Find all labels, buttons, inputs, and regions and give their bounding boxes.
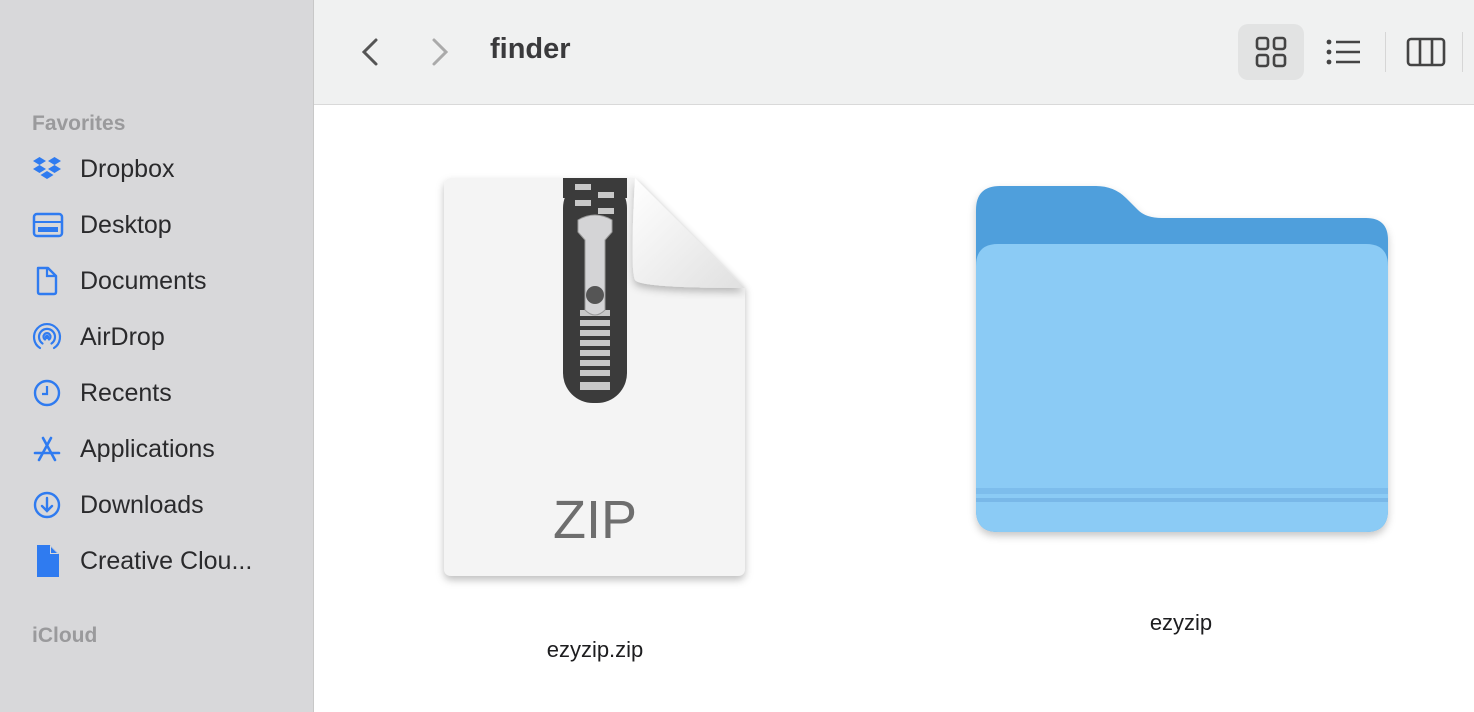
clock-icon xyxy=(32,378,68,408)
file-icon xyxy=(32,545,68,577)
columns-icon xyxy=(1406,37,1446,67)
zip-file-icon: ZIP xyxy=(444,178,745,576)
column-view-button[interactable] xyxy=(1398,24,1454,80)
list-view-button[interactable] xyxy=(1316,24,1372,80)
favorites-section-label: Favorites xyxy=(32,112,126,135)
sidebar-item-label: Recents xyxy=(80,378,172,407)
airdrop-icon xyxy=(32,322,68,352)
zip-badge: ZIP xyxy=(553,490,637,550)
sidebar-item-creative-cloud[interactable]: Creative Clou... xyxy=(32,539,302,583)
back-button[interactable] xyxy=(352,30,388,74)
window-title: finder xyxy=(490,33,571,65)
icon-view-button[interactable] xyxy=(1238,24,1304,80)
sidebar-item-dropbox[interactable]: Dropbox xyxy=(32,147,302,191)
desktop-icon xyxy=(32,210,68,240)
file-name: ezyzip.zip xyxy=(546,637,644,662)
sidebar-item-applications[interactable]: Applications xyxy=(32,427,302,471)
sidebar-item-label: Dropbox xyxy=(80,154,175,183)
dropbox-icon xyxy=(32,154,68,184)
sidebar-item-label: Creative Clou... xyxy=(80,546,253,575)
icloud-section-label: iCloud xyxy=(32,624,98,647)
sidebar-item-desktop[interactable]: Desktop xyxy=(32,203,302,247)
toolbar: finder xyxy=(314,0,1474,105)
toolbar-divider xyxy=(1462,32,1463,72)
sidebar-item-label: Desktop xyxy=(80,210,172,239)
forward-button[interactable] xyxy=(422,30,458,74)
sidebar-item-label: Applications xyxy=(80,434,215,463)
list-icon xyxy=(1326,39,1360,65)
download-icon xyxy=(32,490,68,520)
chevron-left-icon xyxy=(361,38,378,66)
sidebar-item-recents[interactable]: Recents xyxy=(32,371,302,415)
folder-name: ezyzip xyxy=(1149,610,1213,635)
sidebar-item-label: AirDrop xyxy=(80,322,165,351)
sidebar-item-downloads[interactable]: Downloads xyxy=(32,483,302,527)
sidebar-item-label: Downloads xyxy=(80,490,204,519)
sidebar: Favorites Dropbox Desktop Documents AirD… xyxy=(0,0,314,712)
document-icon xyxy=(32,266,68,296)
applications-icon xyxy=(32,434,68,464)
file-item-zip[interactable]: ZIP ezyzip.zip xyxy=(430,170,760,663)
sidebar-item-documents[interactable]: Documents xyxy=(32,259,302,303)
sidebar-item-airdrop[interactable]: AirDrop xyxy=(32,315,302,359)
folder-icon xyxy=(976,186,1388,532)
folder-item[interactable]: ezyzip xyxy=(966,180,1396,636)
grid-icon xyxy=(1255,36,1287,68)
chevron-right-icon xyxy=(432,38,449,66)
toolbar-divider xyxy=(1385,32,1386,72)
sidebar-item-label: Documents xyxy=(80,266,207,295)
